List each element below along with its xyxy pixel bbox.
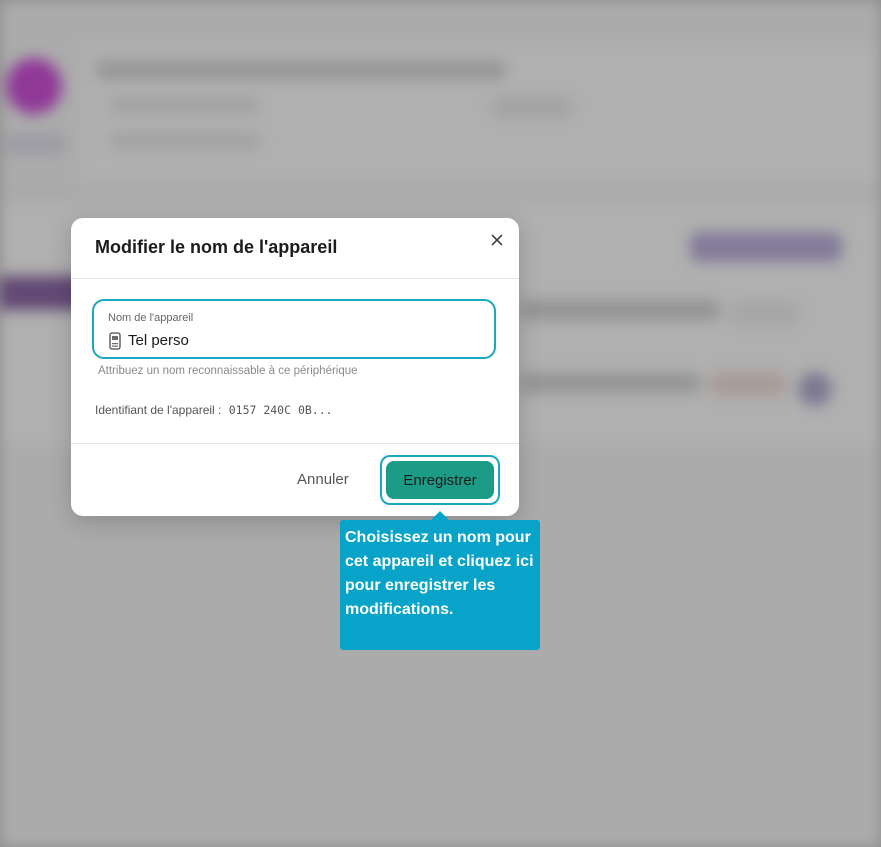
tooltip-text: Choisissez un nom pour cet appareil et c… <box>345 529 534 618</box>
footer-divider <box>71 443 519 444</box>
dialog-title: Modifier le nom de l'appareil <box>95 237 338 257</box>
device-id: Identifiant de l'appareil : 0157 240C 0B… <box>95 403 333 418</box>
device-id-value: 0157 240C 0B... <box>228 403 333 417</box>
device-name-input[interactable] <box>128 329 478 351</box>
save-button[interactable]: Enregistrer <box>386 461 494 499</box>
device-id-label: Identifiant de l'appareil : <box>95 403 222 417</box>
cancel-button[interactable]: Annuler <box>297 468 349 492</box>
rename-device-dialog: Modifier le nom de l'appareil Nom de l'a… <box>71 218 519 516</box>
onboarding-tooltip: Choisissez un nom pour cet appareil et c… <box>340 520 540 650</box>
close-icon <box>491 234 503 246</box>
device-name-hint: Attribuez un nom reconnaissable à ce pér… <box>98 365 358 377</box>
close-button[interactable] <box>487 230 507 250</box>
phone-icon <box>109 332 121 350</box>
device-name-label: Nom de l'appareil <box>108 312 194 324</box>
header-divider <box>71 278 519 279</box>
device-name-field[interactable]: Nom de l'appareil <box>92 299 496 359</box>
